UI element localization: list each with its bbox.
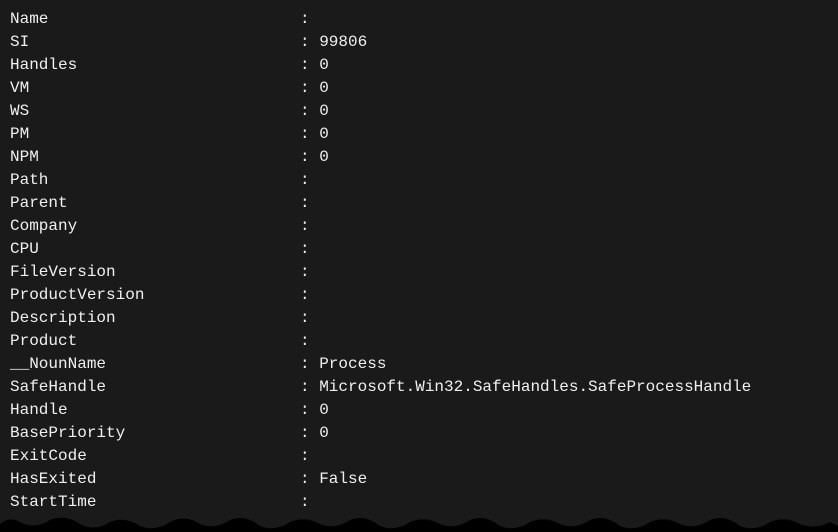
property-value: 0 bbox=[319, 77, 329, 100]
property-separator: : bbox=[300, 100, 319, 123]
property-row: CPU: bbox=[10, 238, 828, 261]
property-separator: : bbox=[300, 353, 319, 376]
property-key: SafeHandle bbox=[10, 376, 300, 399]
property-value: 0 bbox=[319, 422, 329, 445]
property-row: Handles: 0 bbox=[10, 54, 828, 77]
property-key: Company bbox=[10, 215, 300, 238]
property-key: Description bbox=[10, 307, 300, 330]
property-separator: : bbox=[300, 284, 319, 307]
property-key: Name bbox=[10, 8, 300, 31]
property-value: 0 bbox=[319, 399, 329, 422]
property-key: PM bbox=[10, 123, 300, 146]
property-value: False bbox=[319, 468, 367, 491]
property-row: Company: bbox=[10, 215, 828, 238]
property-key: BasePriority bbox=[10, 422, 300, 445]
property-value: 0 bbox=[319, 146, 329, 169]
property-row: __NounName: Process bbox=[10, 353, 828, 376]
property-separator: : bbox=[300, 31, 319, 54]
property-separator: : bbox=[300, 491, 319, 514]
property-row: Path: bbox=[10, 169, 828, 192]
property-separator: : bbox=[300, 192, 319, 215]
property-separator: : bbox=[300, 238, 319, 261]
property-separator: : bbox=[300, 468, 319, 491]
property-row: ProductVersion: bbox=[10, 284, 828, 307]
property-key: SI bbox=[10, 31, 300, 54]
property-key: Handle bbox=[10, 399, 300, 422]
property-row: Handle: 0 bbox=[10, 399, 828, 422]
terminal-output: Name: SI: 99806Handles: 0VM: 0WS: 0PM: 0… bbox=[10, 8, 828, 514]
torn-edge-decoration bbox=[0, 512, 838, 532]
property-separator: : bbox=[300, 399, 319, 422]
property-key: ProductVersion bbox=[10, 284, 300, 307]
property-key: Parent bbox=[10, 192, 300, 215]
property-key: HasExited bbox=[10, 468, 300, 491]
property-row: Name: bbox=[10, 8, 828, 31]
property-value: 0 bbox=[319, 54, 329, 77]
property-value: 0 bbox=[319, 123, 329, 146]
property-separator: : bbox=[300, 123, 319, 146]
property-separator: : bbox=[300, 261, 319, 284]
property-row: BasePriority: 0 bbox=[10, 422, 828, 445]
property-separator: : bbox=[300, 146, 319, 169]
property-value: 99806 bbox=[319, 31, 367, 54]
property-separator: : bbox=[300, 422, 319, 445]
property-separator: : bbox=[300, 8, 319, 31]
property-row: ExitCode: bbox=[10, 445, 828, 468]
property-row: SI: 99806 bbox=[10, 31, 828, 54]
property-row: StartTime: bbox=[10, 491, 828, 514]
property-row: NPM: 0 bbox=[10, 146, 828, 169]
property-key: __NounName bbox=[10, 353, 300, 376]
property-separator: : bbox=[300, 307, 319, 330]
property-separator: : bbox=[300, 215, 319, 238]
property-row: Parent: bbox=[10, 192, 828, 215]
property-row: PM: 0 bbox=[10, 123, 828, 146]
property-key: Handles bbox=[10, 54, 300, 77]
property-row: Product: bbox=[10, 330, 828, 353]
property-separator: : bbox=[300, 376, 319, 399]
property-row: HasExited: False bbox=[10, 468, 828, 491]
property-value: Microsoft.Win32.SafeHandles.SafeProcessH… bbox=[319, 376, 751, 399]
property-separator: : bbox=[300, 169, 319, 192]
property-row: Description: bbox=[10, 307, 828, 330]
property-key: Path bbox=[10, 169, 300, 192]
property-key: Product bbox=[10, 330, 300, 353]
property-row: FileVersion: bbox=[10, 261, 828, 284]
property-key: CPU bbox=[10, 238, 300, 261]
property-row: VM: 0 bbox=[10, 77, 828, 100]
property-key: ExitCode bbox=[10, 445, 300, 468]
property-value: Process bbox=[319, 353, 386, 376]
property-key: NPM bbox=[10, 146, 300, 169]
property-separator: : bbox=[300, 77, 319, 100]
property-key: VM bbox=[10, 77, 300, 100]
property-row: SafeHandle: Microsoft.Win32.SafeHandles.… bbox=[10, 376, 828, 399]
property-key: StartTime bbox=[10, 491, 300, 514]
property-separator: : bbox=[300, 330, 319, 353]
property-value: 0 bbox=[319, 100, 329, 123]
property-separator: : bbox=[300, 445, 319, 468]
property-separator: : bbox=[300, 54, 319, 77]
property-key: FileVersion bbox=[10, 261, 300, 284]
property-key: WS bbox=[10, 100, 300, 123]
property-row: WS: 0 bbox=[10, 100, 828, 123]
